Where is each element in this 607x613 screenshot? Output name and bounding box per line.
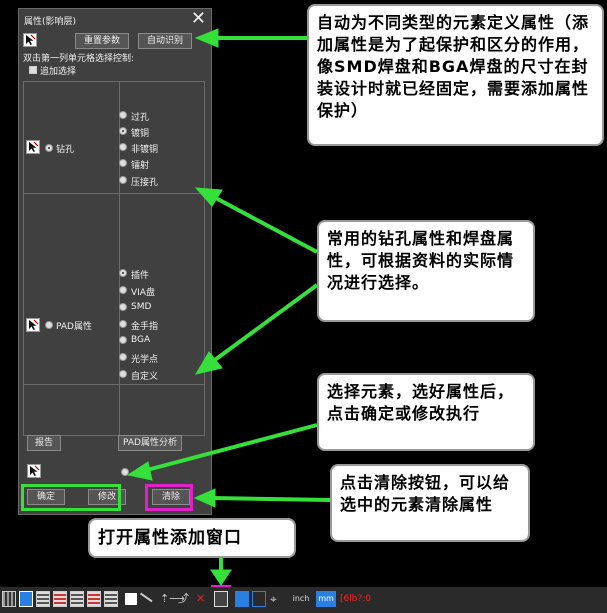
delete-icon[interactable]: ✕ — [196, 591, 208, 607]
inch-unit-button[interactable]: inch — [290, 591, 312, 607]
attribute-window-icon[interactable] — [214, 591, 228, 607]
status-readout: [6lb?:0 — [340, 594, 371, 604]
close-icon[interactable]: ✕ — [191, 10, 206, 28]
report-button[interactable]: 报告 — [27, 435, 61, 451]
bottom-radio[interactable] — [121, 468, 129, 476]
grid-row-divider — [24, 384, 204, 385]
square-icon[interactable] — [125, 593, 137, 605]
pad-cursor-icon[interactable] — [26, 318, 40, 332]
dialog-titlebar: 属性(影响层) ✕ — [19, 9, 211, 31]
callout-common-attributes: 常用的钻孔属性和焊盘属性，可根据资料的实际情况进行选择。 — [317, 220, 535, 322]
pad-label: PAD属性 — [56, 322, 92, 332]
select-cursor-icon[interactable] — [23, 33, 37, 47]
bottom-toolbar: ⇡⟶ ⤴ ✕ ⌖ inch mm [6lb?:0 — [0, 587, 607, 613]
append-select-label: 追加选择 — [40, 67, 77, 77]
clear-highlight — [145, 484, 193, 511]
callout-open-window: 打开属性添加窗口 — [88, 518, 296, 558]
layer-view-icon[interactable] — [87, 591, 101, 607]
grid-view-icon[interactable] — [2, 591, 16, 607]
move-icon[interactable]: ⤴ — [178, 591, 194, 607]
align-icon[interactable] — [252, 591, 266, 607]
drill-cursor-icon[interactable] — [26, 140, 40, 154]
drill-label: 钻孔 — [56, 145, 75, 155]
mm-unit-button[interactable]: mm — [316, 591, 336, 607]
grid-row-divider — [24, 193, 204, 194]
move-icon[interactable]: ⇡⟶ — [160, 591, 185, 607]
crosshair-icon[interactable]: ⌖ — [270, 591, 284, 607]
bottom-cursor-icon[interactable] — [27, 464, 41, 478]
callout-select-element: 选择元素，选好属性后，点击确定或修改执行 — [317, 373, 535, 451]
callout-auto-identify: 自动为不同类型的元素定义属性（添加属性是为了起保护和区分的作用，像SMD焊盘和B… — [307, 4, 604, 146]
layer-view-icon[interactable] — [104, 591, 118, 607]
dialog-title: 属性(影响层) — [24, 17, 77, 27]
append-select-checkbox[interactable] — [29, 66, 37, 74]
pad-radio[interactable] — [45, 321, 53, 329]
callout-clear-button: 点击清除按钮，可以给选中的元素清除属性 — [330, 464, 530, 542]
layer-view-icon[interactable] — [70, 591, 84, 607]
line-icon[interactable] — [139, 587, 157, 603]
snap-icon[interactable] — [235, 591, 249, 607]
confirm-modify-highlight — [21, 484, 121, 511]
attribute-dialog: 属性(影响层) ✕ 重置参数 自动识别 双击第一列单元格选择控制: 追加选择 钻… — [18, 8, 212, 515]
instruction-text: 双击第一列单元格选择控制: — [23, 54, 135, 64]
layout-view-icon[interactable] — [19, 591, 33, 607]
reset-params-button[interactable]: 重置参数 — [75, 33, 129, 49]
pad-analysis-button[interactable]: PAD属性分析 — [118, 435, 182, 451]
layer-view-icon[interactable] — [53, 591, 67, 607]
grid-divider — [119, 82, 120, 435]
auto-identify-button[interactable]: 自动识别 — [138, 33, 192, 49]
drill-radio[interactable] — [45, 144, 53, 152]
attribute-grid — [23, 81, 205, 436]
layer-view-icon[interactable] — [36, 591, 50, 607]
